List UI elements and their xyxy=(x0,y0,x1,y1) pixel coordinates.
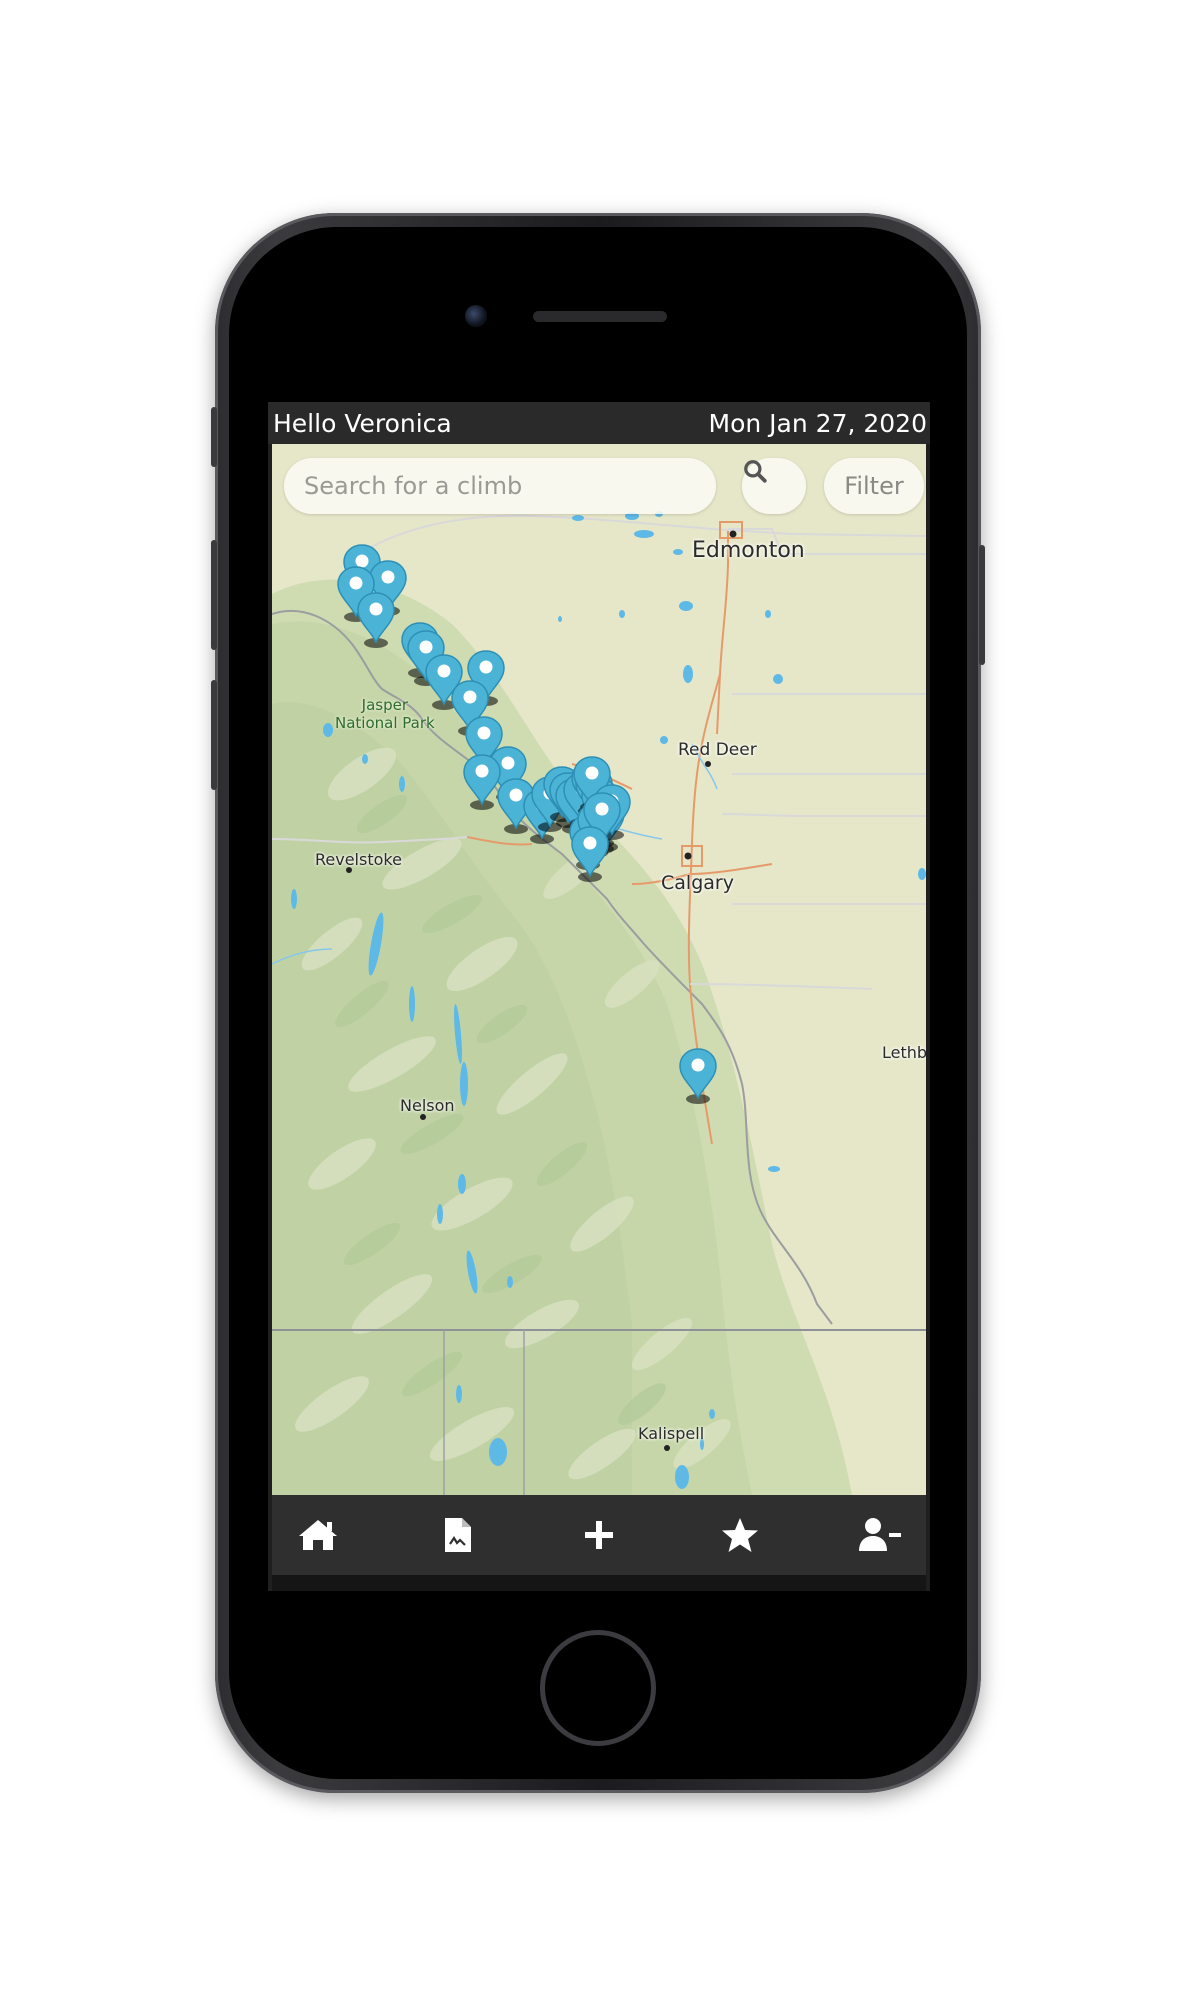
home-button[interactable] xyxy=(540,1630,656,1746)
city-label-revelstoke: Revelstoke xyxy=(315,850,402,869)
map-view[interactable]: Edmonton Red Deer Calgary Revelstoke Nel… xyxy=(272,444,926,1495)
city-label-nelson: Nelson xyxy=(400,1096,455,1115)
map-pin-icon[interactable] xyxy=(568,826,612,886)
volume-up-button xyxy=(211,540,217,650)
user-minus-icon xyxy=(859,1518,901,1551)
star-icon xyxy=(722,1518,758,1552)
search-icon xyxy=(744,460,767,483)
mute-switch xyxy=(211,407,217,467)
tab-favorites[interactable] xyxy=(700,1495,780,1575)
bottom-tab-bar xyxy=(272,1495,926,1575)
home-indicator-strip xyxy=(272,1575,926,1591)
front-camera xyxy=(465,305,487,327)
city-label-red-deer: Red Deer xyxy=(678,740,757,760)
document-icon xyxy=(445,1518,471,1552)
app-screen: Hello Veronica Mon Jan 27, 2020 Edmonton… xyxy=(268,402,930,1591)
tab-logbook[interactable] xyxy=(418,1495,498,1575)
search-input[interactable] xyxy=(284,458,716,514)
map-pin-icon[interactable] xyxy=(354,592,398,652)
city-label-lethbridge: Lethb xyxy=(882,1043,926,1062)
date-text: Mon Jan 27, 2020 xyxy=(708,409,927,438)
header-bar: Hello Veronica Mon Jan 27, 2020 xyxy=(268,402,930,444)
earpiece-speaker xyxy=(533,311,667,322)
tab-home[interactable] xyxy=(278,1495,358,1575)
search-button[interactable] xyxy=(742,458,806,514)
home-icon xyxy=(299,1520,337,1550)
tab-profile[interactable] xyxy=(840,1495,920,1575)
greeting-text: Hello Veronica xyxy=(273,409,452,438)
park-label-jasper: Jasper National Park xyxy=(335,696,435,732)
tab-add[interactable] xyxy=(559,1495,639,1575)
park-label-line2: National Park xyxy=(335,714,435,732)
power-button xyxy=(979,545,985,665)
volume-down-button xyxy=(211,680,217,790)
city-label-calgary: Calgary xyxy=(661,872,734,894)
map-pin-icon[interactable] xyxy=(676,1048,720,1108)
park-label-line1: Jasper xyxy=(361,696,409,714)
city-label-edmonton: Edmonton xyxy=(692,538,805,563)
filter-button[interactable]: Filter xyxy=(824,458,924,514)
city-label-kalispell: Kalispell xyxy=(638,1424,705,1443)
plus-icon xyxy=(585,1521,613,1549)
